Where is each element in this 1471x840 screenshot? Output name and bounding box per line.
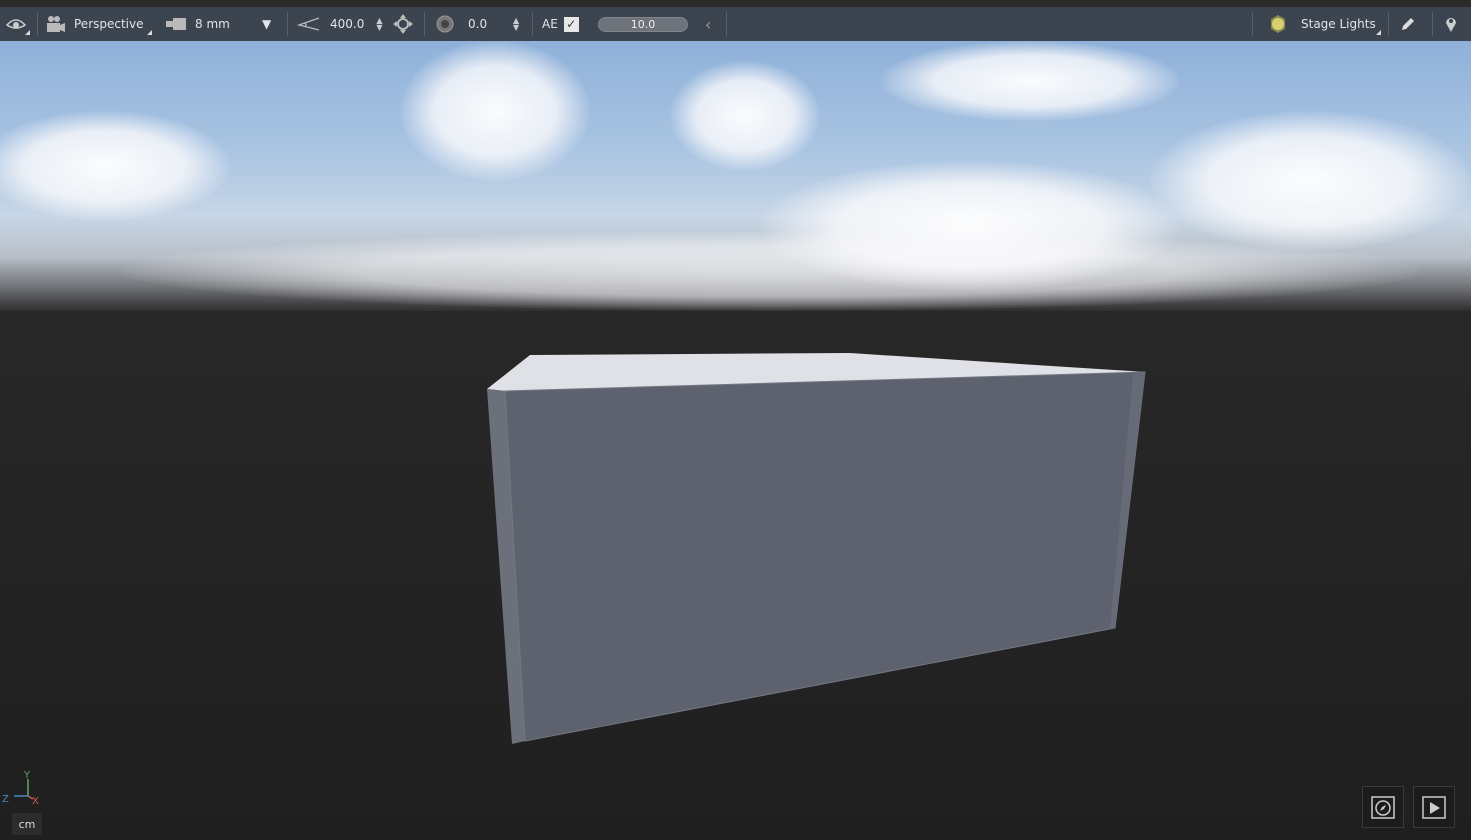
stage-lights-label: Stage Lights	[1301, 17, 1376, 31]
play-icon	[1422, 796, 1446, 819]
exposure-slider[interactable]: 10.0	[598, 7, 688, 41]
axis-gizmo: Y Z X	[2, 770, 39, 807]
camera-dropdown[interactable]: Perspective	[46, 7, 152, 41]
compass-icon	[1371, 796, 1395, 819]
axis-x-label: X	[32, 796, 39, 807]
view-mode-button[interactable]	[6, 7, 30, 41]
fov-value: 400.0	[330, 17, 365, 31]
camera-label: Perspective	[74, 17, 144, 31]
lens-label: 8 mm	[195, 17, 230, 31]
map-pin-icon[interactable]	[1445, 7, 1457, 41]
unit-label[interactable]: cm	[12, 813, 42, 835]
ae-label: AE	[542, 17, 558, 31]
exposure-value: 10.0	[598, 16, 688, 32]
movie-camera-icon	[47, 16, 65, 32]
aperture-icon	[436, 7, 456, 41]
box-front-face	[504, 371, 1146, 742]
window-top-edge	[0, 0, 1471, 7]
fov-spinner[interactable]: ▲ ▼	[376, 17, 382, 32]
aperture-spinner[interactable]: ▲ ▼	[513, 17, 519, 32]
box-object[interactable]	[0, 41, 1471, 840]
collapse-chevron-left-icon[interactable]: ‹	[705, 7, 711, 41]
auto-exposure-toggle[interactable]: AE ✓	[542, 7, 579, 41]
angle-icon	[297, 7, 323, 41]
viewport-toolbar: Perspective 8 mm ▼ 400.0 ▲ ▼ 0.0 ▲ ▼ AE ✓ …	[0, 7, 1471, 41]
lens-dropdown[interactable]: 8 mm ▼	[165, 7, 280, 41]
fov-field[interactable]: 400.0 ▲ ▼	[330, 7, 386, 41]
sun-icon	[1268, 7, 1288, 41]
eye-icon	[6, 19, 26, 29]
axis-z-label: Z	[2, 794, 9, 805]
navigation-compass-button[interactable]	[1362, 786, 1404, 828]
render-play-button[interactable]	[1413, 786, 1455, 828]
lens-icon	[166, 18, 186, 30]
aperture-field[interactable]: 0.0 ▲ ▼	[468, 7, 524, 41]
crosshair-icon[interactable]	[393, 7, 413, 41]
ae-checkbox[interactable]: ✓	[563, 16, 579, 32]
axis-y-label: Y	[23, 770, 31, 781]
3d-viewport[interactable]: Y Z X cm	[0, 41, 1471, 840]
chevron-down-icon: ▼	[262, 17, 272, 31]
aperture-value: 0.0	[468, 17, 488, 31]
stage-lights-dropdown[interactable]: Stage Lights	[1301, 7, 1381, 41]
pencil-icon[interactable]	[1400, 7, 1418, 41]
